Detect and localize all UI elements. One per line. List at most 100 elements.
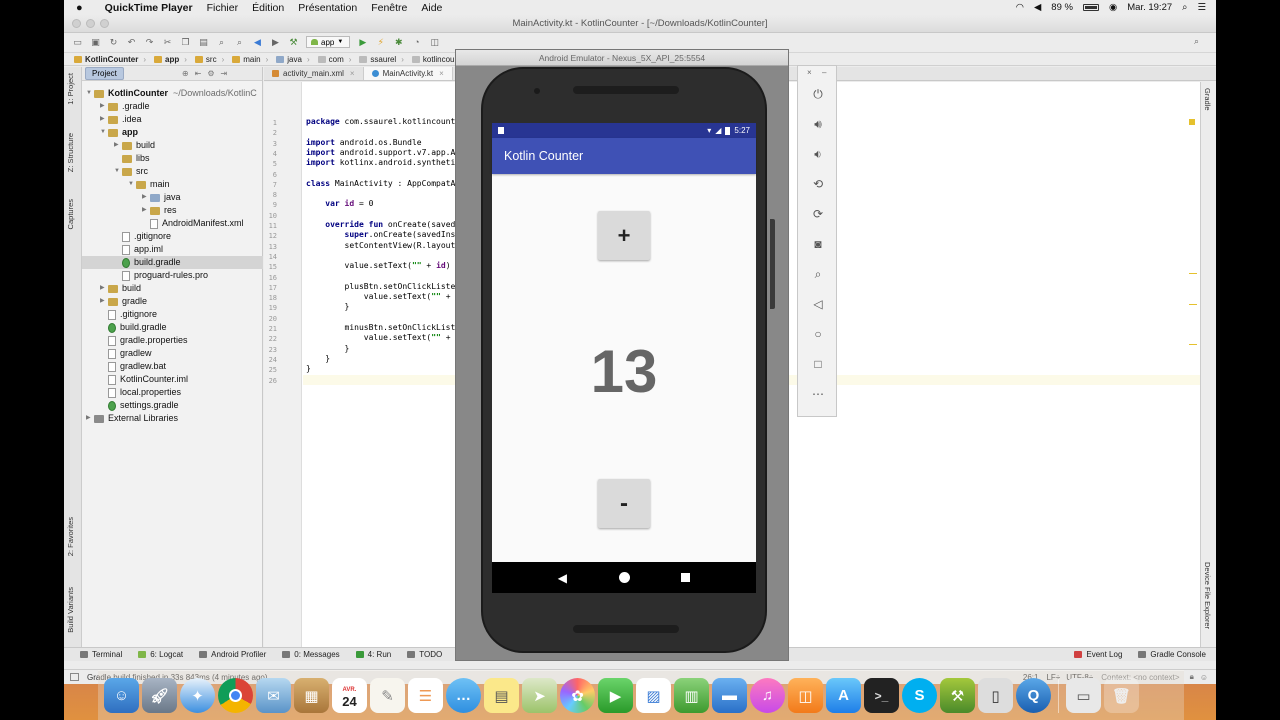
run-icon[interactable]: ▶ [357,37,368,48]
tree-item[interactable]: .gitignore [82,230,171,243]
cut-icon[interactable]: ✂ [162,37,173,48]
code-line[interactable]: value.setText("" + [306,292,451,301]
tool-tab-project[interactable]: 1: Project [66,73,75,105]
safari-icon[interactable]: ✦ [180,678,215,713]
forward-icon[interactable]: ▶ [270,37,281,48]
tool-tab-terminal[interactable]: Terminal [80,650,122,659]
chevron-right-icon[interactable]: ▶ [100,282,108,295]
minimize-window-button[interactable] [86,19,95,28]
tree-item[interactable]: app.iml [82,243,163,256]
tool-tab-messages[interactable]: 0: Messages [282,650,340,659]
code-line[interactable]: } [306,354,330,363]
replace-icon[interactable]: ⌕ [234,37,245,48]
contacts-icon[interactable]: ▦ [294,678,329,713]
messages-icon[interactable]: … [446,678,481,713]
find-icon[interactable]: ⌕ [216,37,227,48]
menu-app-name[interactable]: QuickTime Player [105,2,193,14]
apply-changes-icon[interactable]: ⚡ [375,37,386,48]
status-toggle-icon[interactable] [70,673,79,681]
tree-item[interactable]: gradlew.bat [82,360,166,373]
tree-item[interactable]: ▼ main [82,178,170,191]
close-window-button[interactable] [72,19,81,28]
tree-item[interactable]: ▶ .gradle [82,100,150,113]
volume-down-icon[interactable]: 🔉︎ [810,146,826,162]
chrome-icon[interactable] [218,678,253,713]
breadcrumb-ssaurel[interactable]: ssaurel › [355,55,407,64]
tool-tab-build-variants[interactable]: Build Variants [66,587,75,633]
chevron-right-icon[interactable]: ▶ [142,204,150,217]
minimize-icon[interactable]: – [822,68,826,77]
code-line[interactable]: value.setText("" + id) [306,261,451,270]
make-project-icon[interactable]: ⚒ [288,37,299,48]
rotate-left-icon[interactable]: ⟲ [810,176,826,192]
plus-button[interactable]: + [598,211,650,260]
finder-icon[interactable]: ☺ [104,678,139,713]
menu-aide[interactable]: Aide [421,2,442,14]
more-icon[interactable]: ⋯ [810,386,826,402]
search-everywhere-icon[interactable]: ⌕ [1191,36,1202,47]
breadcrumb-project[interactable]: KotlinCounter › [70,55,150,64]
notes-icon[interactable]: ▤ [484,678,519,713]
project-view-selector[interactable]: Project [85,67,124,80]
tool-tab-favorites[interactable]: 2: Favorites [66,517,75,556]
tool-tab-gradle[interactable]: Gradle [1203,88,1212,111]
tree-item[interactable]: AndroidManifest.xml [82,217,244,230]
home-icon[interactable]: ○ [810,326,826,342]
tree-item[interactable]: libs [82,152,150,165]
calendar-icon[interactable]: AVR. 24 [332,678,367,713]
tool-tab-todo[interactable]: TODO [407,650,442,659]
chevron-right-icon[interactable]: ▶ [100,295,108,308]
code-line[interactable]: import kotlinx.android.syntheti [306,158,455,167]
code-line[interactable]: import android.os.Bundle [306,138,422,147]
launchpad-icon[interactable]: 🚀︎ [142,678,177,713]
tree-item[interactable]: build.gradle [82,256,263,269]
keynote-icon[interactable]: ▬ [712,678,747,713]
trash-icon[interactable]: 🗑︎ [1104,678,1139,713]
tool-tab-android-profiler[interactable]: Android Profiler [199,650,266,659]
wifi-icon[interactable]: ◠ [1016,2,1024,13]
code-line[interactable]: } [306,302,350,311]
close-icon[interactable]: × [807,68,812,77]
tree-item[interactable]: ▶ java [82,191,181,204]
code-line[interactable]: class MainActivity : AppCompatA [306,179,455,188]
tree-item[interactable]: ▶ External Libraries [82,412,178,425]
collapse-all-icon[interactable]: ⇤ [195,69,202,78]
menubar-clock[interactable]: Mar. 19:27 [1127,2,1172,13]
chevron-down-icon[interactable]: ▼ [86,87,94,100]
tool-tab-gradle-console[interactable]: Gradle Console [1138,650,1206,659]
breadcrumb-src[interactable]: src › [191,55,228,64]
debug-icon[interactable]: ✱ [393,37,404,48]
hide-panel-icon[interactable]: ⇥ [220,69,227,78]
maps-icon[interactable]: ➤ [522,678,557,713]
tree-item[interactable]: build.gradle [82,321,167,334]
breadcrumb-app[interactable]: app › [150,55,191,64]
textedit-icon[interactable]: ✎ [370,678,405,713]
code-line[interactable]: override fun onCreate(saved [306,220,455,229]
tab-activity-main-xml[interactable]: activity_main.xml × [264,67,364,80]
open-folder-icon[interactable]: ▭ [72,37,83,48]
attach-debugger-icon[interactable]: ◫ [429,37,440,48]
code-line[interactable]: package com.ssaurel.kotlincount [306,117,455,126]
photos-icon[interactable]: ✿ [560,678,595,713]
numbers-icon[interactable]: ▥ [674,678,709,713]
back-icon[interactable]: ◀ [558,571,567,585]
chevron-right-icon[interactable]: ▶ [100,113,108,126]
tree-item[interactable]: .gitignore [82,308,157,321]
scroll-from-source-icon[interactable]: ⊕ [182,69,189,78]
tool-tab-run[interactable]: 4: Run [355,650,391,659]
preview-icon[interactable]: ▨ [636,678,671,713]
tree-item[interactable]: settings.gradle [82,399,179,412]
breadcrumb-main[interactable]: main › [228,55,272,64]
tree-item[interactable]: ▼ src [82,165,148,178]
run-config-select[interactable]: app ▼ [306,36,351,48]
tree-item[interactable]: proguard-rules.pro [82,269,208,282]
itunes-icon[interactable]: ♫ [750,678,785,713]
code-line[interactable]: } [306,364,311,373]
recents-icon[interactable] [681,573,691,582]
tool-tab-event-log[interactable]: Event Log [1074,650,1122,659]
notification-center-icon[interactable]: ☰ [1197,2,1206,13]
menu-edition[interactable]: Édition [252,2,284,14]
menu-fichier[interactable]: Fichier [207,2,239,14]
code-line[interactable]: } [306,344,350,353]
downloads-stack-icon[interactable]: ▭ [1066,678,1101,713]
